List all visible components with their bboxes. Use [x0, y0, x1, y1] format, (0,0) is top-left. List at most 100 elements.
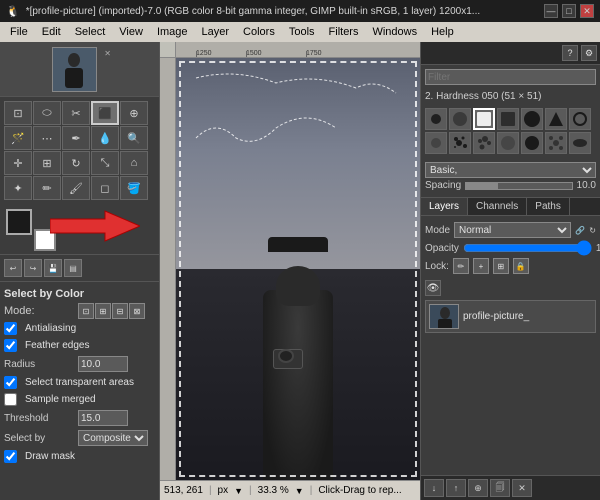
brush-dropdown-row: Basic, Pencil [425, 162, 596, 178]
undo-icon[interactable]: ↩ [4, 259, 22, 277]
tool-foreground-select[interactable]: ⊕ [120, 101, 148, 125]
draw-mask-label: Draw mask [25, 451, 75, 462]
minimize-button[interactable]: — [544, 4, 558, 18]
brush-item-9[interactable] [449, 132, 471, 154]
tool-scissors[interactable]: ✂ [62, 101, 90, 125]
layer-delete-button[interactable]: ✕ [512, 479, 532, 497]
menu-filters[interactable]: Filters [323, 24, 365, 40]
redo-icon[interactable]: ↪ [24, 259, 42, 277]
settings-icon[interactable]: ⚙ [581, 45, 597, 61]
chain-icon[interactable]: 🔗 [575, 226, 585, 235]
menu-view[interactable]: View [113, 24, 149, 40]
brush-item-1[interactable] [425, 108, 447, 130]
menu-help[interactable]: Help [425, 24, 460, 40]
close-button[interactable]: ✕ [580, 4, 594, 18]
tool-move[interactable]: ✛ [4, 151, 32, 175]
tool-paths[interactable]: ✒ [62, 126, 90, 150]
feather-edges-label: Feather edges [25, 340, 90, 351]
tool-color-select[interactable]: ⬛ [91, 101, 119, 125]
mode-replace[interactable]: ⊡ [78, 303, 94, 319]
lock-position-icon[interactable]: ⊞ [493, 258, 509, 274]
tool-crop[interactable]: ⌂ [120, 151, 148, 175]
brushes-filter-input[interactable] [425, 69, 596, 85]
mode-subtract[interactable]: ⊟ [112, 303, 128, 319]
menu-file[interactable]: File [4, 24, 34, 40]
tool-color-picker[interactable]: 💧 [91, 126, 119, 150]
tool-grid: ⊡ ⬭ ✂ ⬛ ⊕ 🪄 ⋯ ✒ 💧 🔍 ✛ ⊞ ↻ ⤡ ⌂ ✦ ✏ 🖌 ◻ 🪣 [0, 97, 159, 204]
tab-paths[interactable]: Paths [527, 198, 570, 215]
refresh-icon[interactable]: ↻ [589, 226, 596, 235]
brush-item-10[interactable] [473, 132, 495, 154]
radius-input[interactable] [78, 356, 128, 372]
brush-item-2[interactable] [449, 108, 471, 130]
tool-fuzzy-select[interactable]: 🪄 [4, 126, 32, 150]
layer-down-button[interactable]: ↓ [424, 479, 444, 497]
layer-mode-select[interactable]: Normal Multiply Screen [454, 222, 571, 238]
tool-free-select[interactable]: ⋯ [33, 126, 61, 150]
layer-duplicate-button[interactable]: 🗐 [490, 479, 510, 497]
spacing-bar[interactable] [465, 182, 572, 190]
menu-edit[interactable]: Edit [36, 24, 67, 40]
help-icon[interactable]: ? [562, 45, 578, 61]
menu-windows[interactable]: Windows [366, 24, 423, 40]
tool-fill[interactable]: 🪣 [120, 176, 148, 200]
layer-up-button[interactable]: ↑ [446, 479, 466, 497]
lock-all-icon[interactable]: 🔒 [513, 258, 529, 274]
lock-pixels-icon[interactable]: ✏ [453, 258, 469, 274]
menu-layer[interactable]: Layer [196, 24, 236, 40]
brush-item-13[interactable] [545, 132, 567, 154]
tool-preview-close[interactable]: ✕ [104, 49, 111, 58]
layer-add-button[interactable]: ⊕ [468, 479, 488, 497]
menu-select[interactable]: Select [69, 24, 112, 40]
antialiasing-checkbox[interactable] [4, 322, 17, 335]
canvas-image[interactable] [176, 58, 420, 480]
brush-item-8[interactable] [425, 132, 447, 154]
brush-item-7[interactable] [569, 108, 591, 130]
layer-item[interactable]: profile-picture_ [425, 300, 596, 333]
brush-type-select[interactable]: Basic, Pencil [425, 162, 596, 178]
brush-item-11[interactable] [497, 132, 519, 154]
brush-item-5[interactable] [521, 108, 543, 130]
brush-item-14[interactable] [569, 132, 591, 154]
tool-align[interactable]: ⊞ [33, 151, 61, 175]
brush-item-3[interactable] [473, 108, 495, 130]
draw-mask-checkbox[interactable] [4, 450, 17, 463]
select-by-dropdown[interactable]: Composite Red Green Blue [78, 430, 148, 446]
layer-visibility-icon[interactable]: 👁 [425, 280, 441, 296]
lock-alpha-icon[interactable]: + [473, 258, 489, 274]
layer-opacity-label: Opacity [425, 243, 459, 254]
sample-merged-row: Sample merged [4, 391, 155, 408]
tool-paintbrush[interactable]: 🖌 [62, 176, 90, 200]
layer-opacity-row: Opacity 100.0 [425, 240, 596, 256]
canvas-wrapper [176, 58, 420, 480]
tab-layers[interactable]: Layers [421, 198, 468, 215]
brush-item-6[interactable] [545, 108, 567, 130]
foreground-color[interactable] [6, 209, 32, 235]
threshold-input[interactable] [78, 410, 128, 426]
mode-add[interactable]: ⊞ [95, 303, 111, 319]
tool-pencil[interactable]: ✏ [33, 176, 61, 200]
tool-eraser[interactable]: ◻ [91, 176, 119, 200]
lock-row: Lock: ✏ + ⊞ 🔒 [425, 256, 596, 276]
mode-intersect[interactable]: ⊠ [129, 303, 145, 319]
tool-zoom[interactable]: 🔍 [120, 126, 148, 150]
menu-colors[interactable]: Colors [237, 24, 281, 40]
save-icon[interactable]: 💾 [44, 259, 62, 277]
tool-rotate[interactable]: ↻ [62, 151, 90, 175]
maximize-button[interactable]: □ [562, 4, 576, 18]
layer-opacity-slider[interactable] [463, 242, 592, 254]
tool-heal[interactable]: ✦ [4, 176, 32, 200]
tool-rect-select[interactable]: ⊡ [4, 101, 32, 125]
select-transparent-label: Select transparent areas [25, 377, 134, 388]
select-transparent-checkbox[interactable] [4, 376, 17, 389]
brush-item-12[interactable] [521, 132, 543, 154]
menu-image[interactable]: Image [151, 24, 194, 40]
brush-item-4[interactable] [497, 108, 519, 130]
tab-channels[interactable]: Channels [468, 198, 527, 215]
menu-tools[interactable]: Tools [283, 24, 321, 40]
tool-ellipse-select[interactable]: ⬭ [33, 101, 61, 125]
feather-edges-checkbox[interactable] [4, 339, 17, 352]
sample-merged-checkbox[interactable] [4, 393, 17, 406]
layers-icon[interactable]: ▤ [64, 259, 82, 277]
tool-scale[interactable]: ⤡ [91, 151, 119, 175]
